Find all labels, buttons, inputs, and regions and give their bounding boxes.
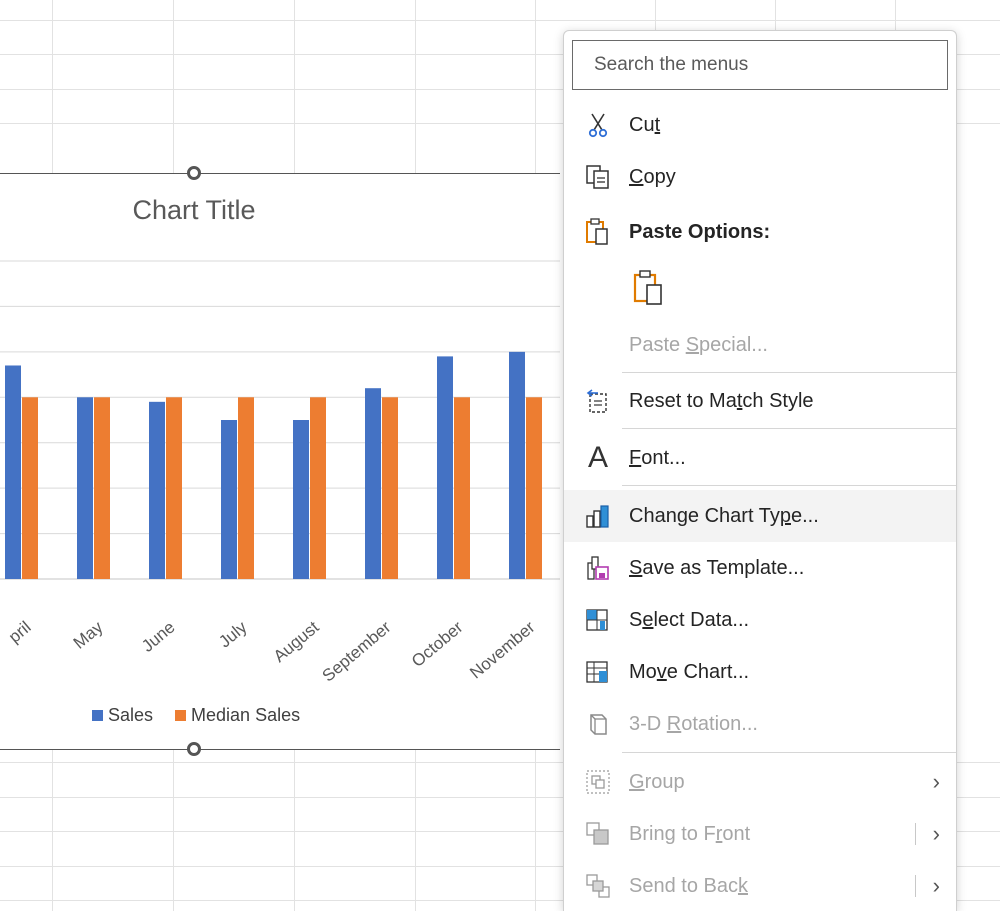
chart-legend[interactable]: Sales Median Sales: [92, 705, 314, 726]
bar-median-sales-november[interactable]: [526, 397, 542, 579]
x-tick-label: November: [466, 617, 539, 682]
menu-item-group[interactable]: Group ›: [564, 757, 956, 807]
menu-separator: [622, 752, 956, 753]
group-icon: [584, 768, 612, 796]
menu-label-move-chart: Move Chart...: [629, 660, 750, 683]
move-chart-icon: [584, 658, 612, 686]
select-data-icon: [584, 606, 612, 634]
bar-median-sales-april[interactable]: [22, 397, 38, 579]
menu-item-send-to-back[interactable]: Send to Back ›: [564, 861, 956, 911]
menu-item-move-chart[interactable]: Move Chart...: [564, 647, 956, 697]
x-tick-label: July: [215, 617, 251, 651]
menu-separator: [622, 485, 956, 486]
bar-sales-october[interactable]: [437, 356, 453, 579]
menu-separator: [622, 372, 956, 373]
menu-item-bring-to-front[interactable]: Bring to Front ›: [564, 809, 956, 859]
font-icon: A: [587, 441, 608, 474]
chart-area[interactable]: Chart Title pril May June July August Septemb…: [0, 166, 560, 756]
menu-item-3d-rotation[interactable]: 3-D Rotation...: [564, 699, 956, 749]
menu-item-cut[interactable]: Cut: [564, 100, 956, 150]
split-divider: [915, 875, 916, 897]
x-tick-label: May: [70, 617, 107, 653]
x-tick-label: pril: [5, 618, 35, 647]
bar-sales-june[interactable]: [149, 401, 165, 579]
x-tick-label: October: [408, 617, 467, 671]
submenu-chevron-icon: ›: [932, 769, 940, 794]
legend-label-median-sales: Median Sales: [191, 705, 301, 725]
menu-label-reset-to-match-style: Reset to Match Style: [629, 389, 814, 412]
menu-label-paste-special: Paste Special...: [629, 333, 768, 356]
bar-sales-april[interactable]: [5, 365, 21, 579]
legend-swatch-sales: [92, 710, 103, 721]
bar-sales-july[interactable]: [221, 420, 237, 579]
menu-item-paste-options: Paste Options:: [564, 207, 956, 257]
menu-item-paste-special[interactable]: Paste Special...: [564, 320, 956, 370]
3d-rotation-icon: [584, 710, 612, 738]
reset-style-icon: [584, 387, 612, 415]
menu-label-change-chart-type: Change Chart Type...: [629, 504, 819, 527]
submenu-chevron-icon[interactable]: ›: [933, 821, 940, 847]
paste-keep-formatting-option[interactable]: [564, 263, 956, 313]
bar-sales-may[interactable]: [77, 397, 93, 579]
split-divider: [915, 823, 916, 845]
bar-median-sales-october[interactable]: [454, 397, 470, 579]
legend-item-sales[interactable]: Sales: [92, 705, 153, 726]
menu-item-copy[interactable]: Copy: [564, 152, 956, 202]
legend-swatch-median-sales: [175, 710, 187, 721]
x-tick-label: September: [319, 617, 395, 685]
bottom-resize-handle[interactable]: [187, 742, 201, 756]
bar-median-sales-september[interactable]: [382, 397, 398, 579]
chart-type-icon: [584, 502, 612, 530]
send-back-icon: [584, 872, 612, 900]
menu-item-change-chart-type[interactable]: Change Chart Type...: [564, 490, 956, 542]
bar-median-sales-july[interactable]: [238, 397, 254, 579]
menu-label-3d-rotation: 3-D Rotation...: [629, 712, 758, 735]
plot-area[interactable]: pril May June July AugustSeptember October Nov…: [0, 173, 560, 693]
bar-sales-september[interactable]: [365, 388, 381, 579]
menu-label-send-to-back: Send to Back: [629, 874, 748, 897]
menu-item-select-data[interactable]: Select Data...: [564, 595, 956, 645]
bar-median-sales-june[interactable]: [166, 397, 182, 579]
legend-label-sales: Sales: [108, 705, 154, 725]
x-tick-label: June: [138, 618, 178, 656]
save-template-icon: [584, 554, 612, 582]
submenu-chevron-icon[interactable]: ›: [933, 873, 940, 899]
search-menus-input[interactable]: Search the menus: [572, 40, 948, 90]
menu-separator: [622, 428, 956, 429]
menu-label-bring-to-front: Bring to Front: [629, 822, 751, 845]
menu-item-save-as-template[interactable]: Save as Template...: [564, 543, 956, 593]
context-menu: Search the menus Cut Copy Paste Options:…: [563, 30, 957, 911]
menu-label-cut: Cut: [629, 113, 661, 136]
menu-label-select-data: Select Data...: [629, 608, 750, 631]
menu-label-paste-options: Paste Options:: [629, 220, 771, 243]
menu-label-font: Font...: [629, 446, 686, 469]
scissors-icon: [584, 111, 612, 139]
legend-item-median-sales[interactable]: Median Sales: [175, 705, 300, 726]
copy-icon: [584, 163, 612, 191]
bar-sales-november[interactable]: [509, 351, 525, 579]
x-tick-label: August: [270, 617, 323, 666]
menu-label-group: Group: [629, 770, 685, 793]
bring-front-icon: [584, 820, 612, 848]
bar-sales-august[interactable]: [293, 420, 309, 579]
menu-item-font[interactable]: A Font...: [564, 433, 956, 483]
paste-option-icon: [632, 270, 666, 305]
menu-label-save-as-template: Save as Template...: [629, 556, 805, 579]
bar-median-sales-august[interactable]: [310, 397, 326, 579]
paste-icon: [584, 218, 612, 246]
menu-label-copy: Copy: [629, 165, 676, 188]
menu-item-reset-to-match-style[interactable]: Reset to Match Style: [564, 376, 956, 426]
bar-median-sales-may[interactable]: [94, 397, 110, 579]
